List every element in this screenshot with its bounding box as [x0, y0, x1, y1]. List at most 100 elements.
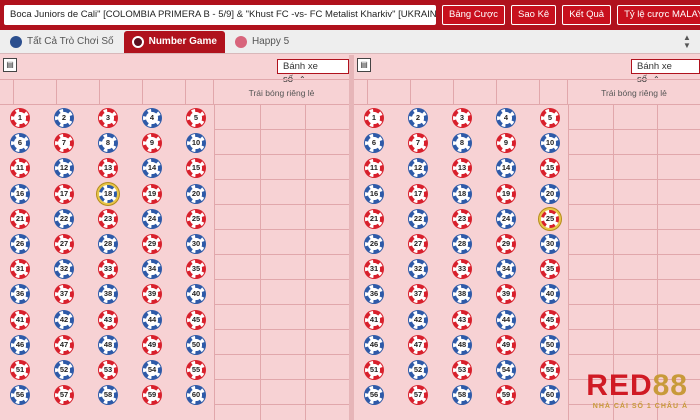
number-ball-55[interactable]: 55	[541, 360, 559, 379]
number-ball-37[interactable]: 37	[409, 285, 427, 304]
number-ball-29[interactable]: 29	[143, 234, 161, 253]
number-ball-16[interactable]: 16	[11, 184, 29, 203]
number-ball-11[interactable]: 11	[365, 159, 383, 178]
number-ball-52[interactable]: 52	[409, 360, 427, 379]
number-ball-15[interactable]: 15	[187, 159, 205, 178]
number-ball-46[interactable]: 46	[365, 335, 383, 354]
number-ball-12[interactable]: 12	[409, 159, 427, 178]
number-ball-16[interactable]: 16	[365, 184, 383, 203]
number-ball-8[interactable]: 8	[99, 134, 117, 153]
number-ball-13[interactable]: 13	[453, 159, 471, 178]
number-ball-32[interactable]: 32	[409, 260, 427, 279]
number-ball-43[interactable]: 43	[99, 310, 117, 329]
number-ball-10[interactable]: 10	[187, 134, 205, 153]
tab-all-games[interactable]: Tất Cả Trò Chơi Số	[2, 31, 122, 53]
number-ball-45[interactable]: 45	[541, 310, 559, 329]
number-ball-14[interactable]: 14	[143, 159, 161, 178]
number-ball-2[interactable]: 2	[55, 109, 73, 127]
number-ball-13[interactable]: 13	[99, 159, 117, 178]
number-ball-60[interactable]: 60	[187, 386, 205, 405]
number-ball-51[interactable]: 51	[365, 360, 383, 379]
number-ball-17[interactable]: 17	[55, 184, 73, 203]
expand-icon[interactable]: ▲ ▼	[680, 34, 694, 50]
number-ball-20[interactable]: 20	[541, 184, 559, 203]
number-ball-26[interactable]: 26	[365, 234, 383, 253]
number-ball-8[interactable]: 8	[453, 134, 471, 153]
number-ball-4[interactable]: 4	[143, 109, 161, 127]
number-ball-31[interactable]: 31	[11, 260, 29, 279]
number-ball-39[interactable]: 39	[497, 285, 515, 304]
number-ball-57[interactable]: 57	[409, 386, 427, 405]
number-ball-56[interactable]: 56	[365, 386, 383, 405]
number-ball-59[interactable]: 59	[497, 386, 515, 405]
bet-slip-icon[interactable]: ▤	[3, 58, 17, 72]
news-ticker[interactable]: Boca Juniors de Cali" [COLOMBIA PRIMERA …	[4, 5, 436, 25]
number-ball-23[interactable]: 23	[453, 209, 471, 228]
number-ball-53[interactable]: 53	[453, 360, 471, 379]
number-ball-48[interactable]: 48	[453, 335, 471, 354]
number-ball-22[interactable]: 22	[55, 209, 73, 228]
tab-happy5[interactable]: Happy 5	[227, 31, 297, 53]
number-ball-42[interactable]: 42	[409, 310, 427, 329]
number-ball-40[interactable]: 40	[541, 285, 559, 304]
number-ball-1[interactable]: 1	[365, 109, 383, 127]
number-ball-33[interactable]: 33	[453, 260, 471, 279]
results-button[interactable]: Kết Quả	[562, 5, 612, 25]
number-ball-37[interactable]: 37	[55, 285, 73, 304]
number-ball-38[interactable]: 38	[99, 285, 117, 304]
number-ball-25[interactable]: 25	[541, 209, 559, 228]
number-ball-19[interactable]: 19	[497, 184, 515, 203]
number-ball-31[interactable]: 31	[365, 260, 383, 279]
number-ball-40[interactable]: 40	[187, 285, 205, 304]
number-ball-24[interactable]: 24	[497, 209, 515, 228]
number-ball-38[interactable]: 38	[453, 285, 471, 304]
number-ball-9[interactable]: 9	[497, 134, 515, 153]
number-ball-35[interactable]: 35	[541, 260, 559, 279]
number-ball-18[interactable]: 18	[453, 184, 471, 203]
number-ball-52[interactable]: 52	[55, 360, 73, 379]
number-ball-28[interactable]: 28	[99, 234, 117, 253]
number-ball-36[interactable]: 36	[11, 285, 29, 304]
number-ball-44[interactable]: 44	[143, 310, 161, 329]
number-ball-10[interactable]: 10	[541, 134, 559, 153]
number-ball-39[interactable]: 39	[143, 285, 161, 304]
number-ball-53[interactable]: 53	[99, 360, 117, 379]
number-ball-41[interactable]: 41	[11, 310, 29, 329]
number-ball-28[interactable]: 28	[453, 234, 471, 253]
number-ball-55[interactable]: 55	[187, 360, 205, 379]
number-ball-7[interactable]: 7	[55, 134, 73, 153]
number-ball-34[interactable]: 34	[497, 260, 515, 279]
number-ball-41[interactable]: 41	[365, 310, 383, 329]
number-ball-18[interactable]: 18	[99, 184, 117, 203]
number-ball-36[interactable]: 36	[365, 285, 383, 304]
number-ball-5[interactable]: 5	[541, 109, 559, 127]
number-ball-3[interactable]: 3	[99, 109, 117, 127]
number-ball-51[interactable]: 51	[11, 360, 29, 379]
number-ball-42[interactable]: 42	[55, 310, 73, 329]
number-ball-2[interactable]: 2	[409, 109, 427, 127]
number-ball-19[interactable]: 19	[143, 184, 161, 203]
number-ball-30[interactable]: 30	[187, 234, 205, 253]
number-ball-14[interactable]: 14	[497, 159, 515, 178]
number-ball-46[interactable]: 46	[11, 335, 29, 354]
number-ball-21[interactable]: 21	[365, 209, 383, 228]
number-ball-60[interactable]: 60	[541, 386, 559, 405]
number-ball-29[interactable]: 29	[497, 234, 515, 253]
number-ball-27[interactable]: 27	[55, 234, 73, 253]
number-ball-54[interactable]: 54	[143, 360, 161, 379]
number-ball-4[interactable]: 4	[497, 109, 515, 127]
number-ball-43[interactable]: 43	[453, 310, 471, 329]
bet-list-button[interactable]: Bảng Cược	[442, 5, 506, 25]
number-ball-49[interactable]: 49	[143, 335, 161, 354]
number-ball-24[interactable]: 24	[143, 209, 161, 228]
number-ball-22[interactable]: 22	[409, 209, 427, 228]
number-wheel-button[interactable]: Bánh xe số ⌃	[277, 59, 349, 85]
number-ball-5[interactable]: 5	[187, 109, 205, 127]
number-ball-30[interactable]: 30	[541, 234, 559, 253]
number-ball-35[interactable]: 35	[187, 260, 205, 279]
number-ball-47[interactable]: 47	[55, 335, 73, 354]
number-ball-45[interactable]: 45	[187, 310, 205, 329]
number-ball-47[interactable]: 47	[409, 335, 427, 354]
number-ball-11[interactable]: 11	[11, 159, 29, 178]
number-ball-3[interactable]: 3	[453, 109, 471, 127]
